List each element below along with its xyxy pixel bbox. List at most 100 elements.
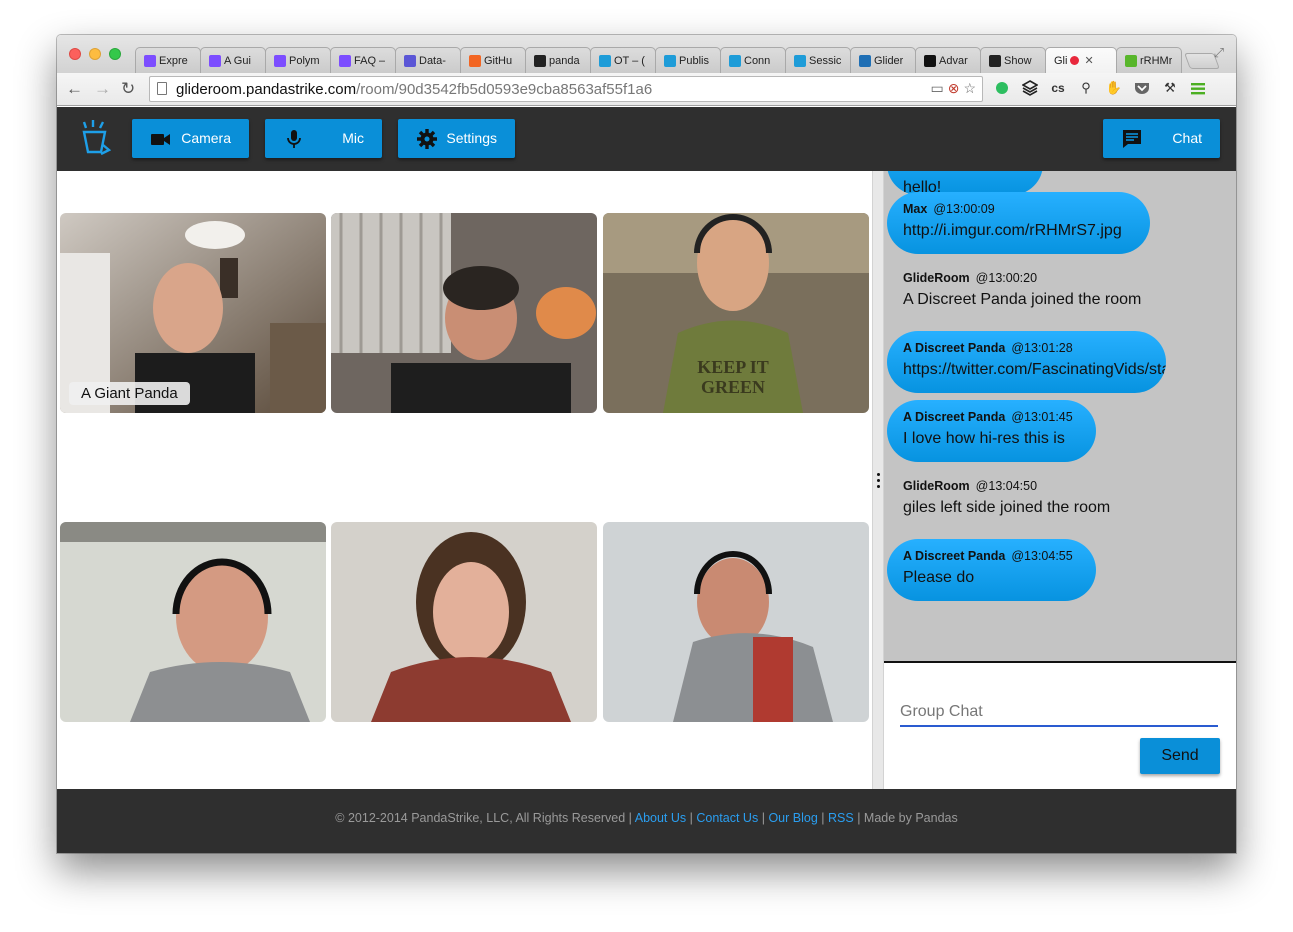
close-window-button[interactable] bbox=[69, 48, 81, 60]
browser-tab[interactable]: Advar bbox=[915, 47, 981, 73]
blog-link[interactable]: Our Blog bbox=[768, 811, 817, 825]
chat-button[interactable]: Chat bbox=[1103, 119, 1220, 158]
evernote-icon[interactable] bbox=[993, 79, 1011, 97]
dot-icon bbox=[794, 54, 806, 67]
tab-label: FAQ – bbox=[354, 54, 386, 67]
rss-link[interactable]: RSS bbox=[828, 811, 854, 825]
browser-tab[interactable]: GitHu bbox=[460, 47, 526, 73]
browser-window: Expre A Gui Polym FAQ – Data- GitHu panda OT – … bbox=[57, 35, 1236, 853]
about-link[interactable]: About Us bbox=[635, 811, 686, 825]
bookmark-star-icon[interactable]: ☆ bbox=[963, 80, 976, 97]
wrench-icon[interactable]: ⚒ bbox=[1161, 79, 1179, 97]
tab-label: A Gui bbox=[224, 54, 251, 67]
message-time: @13:04:55 bbox=[1011, 549, 1073, 563]
browser-tab[interactable]: OT – ( bbox=[590, 47, 656, 73]
group-chat-input[interactable] bbox=[900, 699, 1218, 727]
address-bar[interactable]: glideroom.pandastrike.com/room/90d3542fb… bbox=[149, 76, 983, 102]
browser-tab[interactable]: rRHMr bbox=[1116, 47, 1182, 73]
message-author: A Discreet Panda bbox=[903, 341, 1006, 355]
link-icon[interactable]: ⚲ bbox=[1077, 79, 1095, 97]
footer-copyright: © 2012-2014 PandaStrike, LLC, All Rights… bbox=[335, 811, 632, 825]
message-meta: Max @13:00:09 bbox=[903, 202, 1134, 216]
browser-tab[interactable]: A Gui bbox=[200, 47, 266, 73]
tab-label: Show bbox=[1004, 54, 1032, 67]
message-text: giles left side joined the room bbox=[903, 499, 1111, 516]
blocked-cookie-icon[interactable]: ⊗ bbox=[948, 80, 960, 97]
tab-label: Glider bbox=[874, 54, 904, 67]
tab-label: rRHMr bbox=[1140, 54, 1173, 67]
browser-tab[interactable]: panda bbox=[525, 47, 591, 73]
browser-tab[interactable]: Publis bbox=[655, 47, 721, 73]
chat-message: A Discreet Panda @13:01:45 I love how hi-r… bbox=[887, 400, 1096, 462]
tab-label: OT – ( bbox=[614, 54, 645, 67]
send-button[interactable]: Send bbox=[1140, 738, 1220, 774]
message-text[interactable]: http://i.imgur.com/rRHMrS7.jpg bbox=[903, 222, 1134, 240]
message-text[interactable]: https://twitter.com/FascinatingVids/stat… bbox=[903, 361, 1166, 379]
tab-label: Expre bbox=[159, 54, 188, 67]
zoom-window-button[interactable] bbox=[109, 48, 121, 60]
browser-tab[interactable]: Show bbox=[980, 47, 1046, 73]
message-text: I love how hi-res this is bbox=[903, 430, 1065, 447]
forward-icon[interactable]: → bbox=[94, 78, 111, 100]
footer-separator: | bbox=[761, 811, 765, 825]
hand-icon[interactable]: ✋ bbox=[1105, 79, 1123, 97]
url-path: /room/90d3542fb5d0593e9cba8563af55f1a6 bbox=[356, 81, 653, 98]
contact-link[interactable]: Contact Us bbox=[696, 811, 758, 825]
minimize-window-button[interactable] bbox=[89, 48, 101, 60]
page-icon bbox=[157, 82, 167, 95]
video-tile[interactable] bbox=[60, 522, 326, 722]
star-icon bbox=[469, 54, 481, 67]
browser-tab[interactable]: Conn bbox=[720, 47, 786, 73]
participant-video-4 bbox=[60, 522, 326, 722]
video-tile[interactable]: KEEP IT GREEN bbox=[603, 213, 869, 413]
chat-input-area: Send bbox=[884, 661, 1236, 789]
browser-tab[interactable]: Expre bbox=[135, 47, 201, 73]
chat-message: A Discreet Panda @13:01:28 https://twitter… bbox=[887, 331, 1166, 393]
menu-icon[interactable] bbox=[1189, 79, 1207, 97]
message-author: GlideRoom bbox=[903, 479, 970, 493]
tab-label: Gli bbox=[1054, 54, 1068, 67]
message-time: @13:00:09 bbox=[933, 202, 995, 216]
camera-label: Camera bbox=[181, 130, 231, 146]
polymer-icon bbox=[274, 54, 286, 67]
chat-message: A Discreet Panda @13:04:55 Please do bbox=[887, 539, 1096, 601]
browser-tab[interactable]: Gli ✕ bbox=[1045, 47, 1117, 73]
browser-tab[interactable]: Sessic bbox=[785, 47, 851, 73]
url-text: glideroom.pandastrike.com/room/90d3542fb… bbox=[176, 81, 652, 98]
footer-made-by: | Made by Pandas bbox=[857, 811, 958, 825]
svg-text:GREEN: GREEN bbox=[701, 377, 765, 397]
settings-button[interactable]: Settings bbox=[398, 119, 515, 158]
app-header: Camera Mic Settings Chat bbox=[57, 107, 1236, 171]
target-icon bbox=[924, 54, 936, 67]
panel-resize-handle[interactable] bbox=[872, 171, 884, 789]
polymer-icon bbox=[144, 54, 156, 67]
github-icon bbox=[534, 54, 546, 67]
pocket-icon[interactable] bbox=[1133, 79, 1151, 97]
video-tile[interactable] bbox=[331, 522, 597, 722]
camera-access-icon[interactable]: ▭ bbox=[930, 80, 943, 97]
browser-tab[interactable]: Data- bbox=[395, 47, 461, 73]
browser-tab[interactable]: Glider bbox=[850, 47, 916, 73]
camera-button[interactable]: Camera bbox=[132, 119, 249, 158]
mic-button[interactable]: Mic bbox=[265, 119, 382, 158]
back-icon[interactable]: ← bbox=[66, 78, 83, 100]
tab-close-icon[interactable]: ✕ bbox=[1084, 54, 1093, 67]
mic-label: Mic bbox=[342, 130, 364, 146]
glideroom-logo[interactable] bbox=[81, 119, 111, 159]
chat-messages[interactable]: hello! Max @13:00:09 http://i.imgur.com/rR… bbox=[884, 171, 1236, 661]
message-text: Please do bbox=[903, 569, 975, 586]
video-tile[interactable]: A Giant Panda bbox=[60, 213, 326, 413]
video-tile[interactable] bbox=[331, 213, 597, 413]
browser-tab[interactable]: Polym bbox=[265, 47, 331, 73]
tab-label: Advar bbox=[939, 54, 968, 67]
message-author: A Discreet Panda bbox=[903, 410, 1006, 424]
fullscreen-icon[interactable]: ⤢ bbox=[1214, 45, 1224, 61]
url-host: glideroom.pandastrike.com bbox=[176, 81, 357, 98]
browser-tab[interactable]: FAQ – bbox=[330, 47, 396, 73]
dot-icon bbox=[664, 54, 676, 67]
video-tile[interactable] bbox=[603, 522, 869, 722]
reload-icon[interactable]: ↻ bbox=[121, 78, 135, 100]
layers-icon[interactable] bbox=[1021, 79, 1039, 97]
dot-icon bbox=[599, 54, 611, 67]
lastfm-icon[interactable]: cs bbox=[1049, 79, 1067, 97]
